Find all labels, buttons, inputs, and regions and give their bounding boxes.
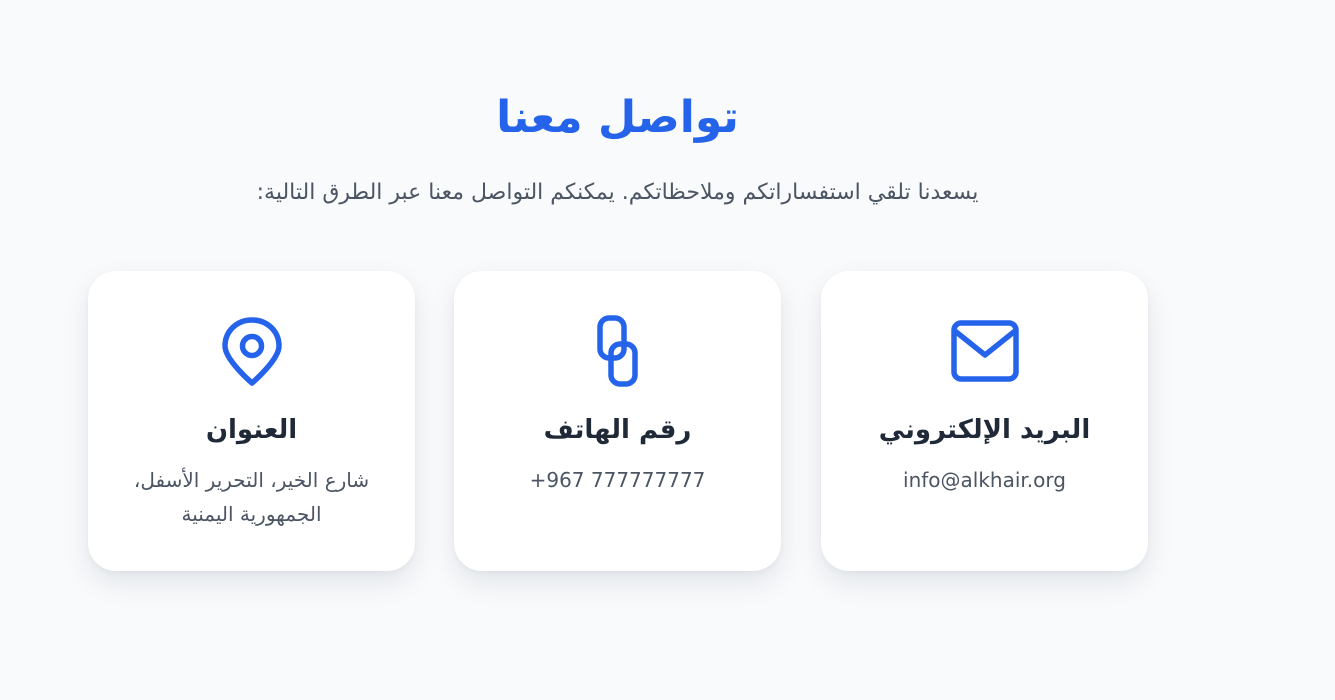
page-title: تواصل معنا [496,92,739,143]
contact-card-email: البريد الإلكتروني info@alkhair.org [821,271,1148,571]
email-value[interactable]: info@alkhair.org [851,463,1118,497]
link-icon [454,315,781,387]
email-title: البريد الإلكتروني [878,415,1091,445]
location-pin-icon [88,315,415,387]
envelope-icon [821,315,1148,387]
phone-value[interactable]: +967 777777777 [484,463,751,497]
page-subtitle: يسعدنا تلقي استفساراتكم وملاحظاتكم. يمكن… [256,180,979,205]
contact-card-phone: رقم الهاتف +967 777777777 [454,271,781,571]
contact-section: تواصل معنا يسعدنا تلقي استفساراتكم وملاح… [0,0,1335,700]
contact-card-address: العنوان شارع الخير، التحرير الأسفل، الجم… [88,271,415,571]
address-title: العنوان [205,415,298,445]
phone-title: رقم الهاتف [543,415,692,445]
address-value: شارع الخير، التحرير الأسفل، الجمهورية ال… [133,468,370,526]
